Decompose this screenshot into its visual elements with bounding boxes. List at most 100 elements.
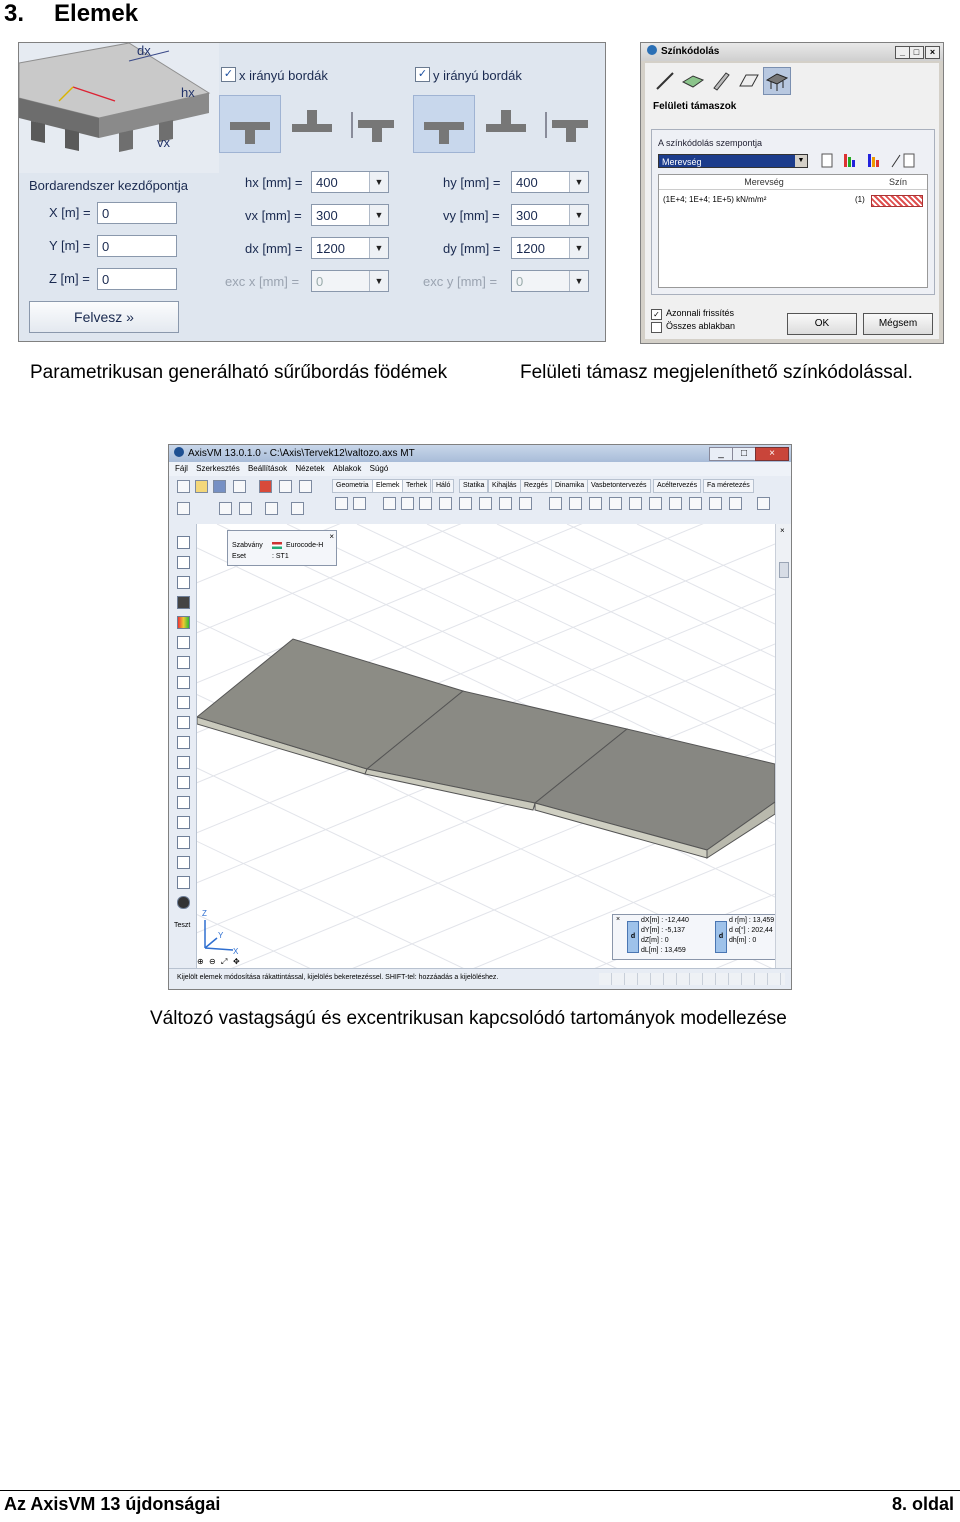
hinge-icon[interactable] — [649, 497, 662, 510]
frame-icon[interactable] — [177, 796, 190, 809]
menu-edit[interactable]: Szerkesztés — [196, 464, 240, 473]
tab-elemek[interactable]: Elemek — [372, 479, 404, 493]
x-ribs-checkbox[interactable]: ✓ — [221, 67, 236, 82]
node-icon[interactable] — [177, 656, 190, 669]
rib-icon[interactable] — [383, 497, 396, 510]
distribute-icon[interactable] — [177, 676, 190, 689]
immediate-refresh-checkbox[interactable]: ✓ — [651, 309, 662, 320]
cube-icon[interactable] — [265, 502, 278, 515]
undo-icon[interactable] — [279, 480, 292, 493]
origin-y-input[interactable]: 0 — [97, 235, 177, 257]
rigid-icon[interactable] — [609, 497, 622, 510]
color-swatch[interactable] — [871, 195, 923, 207]
save-icon[interactable] — [213, 480, 226, 493]
zoom-in-icon[interactable]: ⊕ — [197, 957, 204, 966]
menu-settings[interactable]: Beállítások — [248, 464, 287, 473]
support-icon[interactable] — [499, 497, 512, 510]
tab-fa[interactable]: Fa méretezés — [703, 479, 754, 493]
close-icon[interactable]: × — [755, 447, 789, 461]
vy-select[interactable]: 300 ▼ — [511, 204, 589, 226]
rib-tool[interactable] — [707, 67, 735, 95]
rotate-icon[interactable] — [177, 576, 190, 589]
diaphragm-icon[interactable] — [629, 497, 642, 510]
chevron-down-icon[interactable]: ▼ — [369, 172, 388, 192]
path-icon[interactable] — [177, 816, 190, 829]
chevron-down-icon[interactable]: ▼ — [569, 205, 588, 225]
layer-icon[interactable] — [177, 756, 190, 769]
surface-support-tool[interactable] — [763, 67, 791, 95]
minimize-icon[interactable]: _ — [895, 46, 910, 59]
cancel-button[interactable]: Mégsem — [863, 313, 933, 335]
surface-support-icon[interactable] — [519, 497, 532, 510]
view-icon[interactable] — [291, 502, 304, 515]
y-rib-section-centered-button[interactable] — [413, 95, 475, 153]
table-icon[interactable] — [219, 502, 232, 515]
wrench-icon[interactable] — [177, 876, 190, 889]
link-icon[interactable] — [589, 497, 602, 510]
minimize-icon[interactable]: _ — [709, 447, 733, 461]
ok-button[interactable]: OK — [787, 313, 857, 335]
measure-icon[interactable] — [177, 636, 190, 649]
modify-icon[interactable] — [729, 497, 742, 510]
zoom-out-icon[interactable]: ⊖ — [209, 957, 216, 966]
maximize-icon[interactable]: □ — [732, 447, 756, 461]
warning-icon[interactable] — [177, 896, 190, 909]
close-icon[interactable]: × — [616, 916, 620, 923]
tab-statika[interactable]: Statika — [459, 479, 489, 493]
close-icon[interactable]: × — [780, 526, 785, 535]
maximize-icon[interactable]: □ — [909, 46, 924, 59]
print-icon[interactable] — [233, 480, 246, 493]
x-rib-section-eccentric-button[interactable] — [341, 95, 403, 153]
vx-select[interactable]: 300 ▼ — [311, 204, 389, 226]
truss-icon[interactable] — [335, 497, 348, 510]
x-rib-section-top-button[interactable] — [281, 95, 343, 153]
menu-help[interactable]: Súgó — [370, 464, 389, 473]
chevron-down-icon[interactable]: ▼ — [569, 238, 588, 258]
dimension-icon[interactable] — [177, 696, 190, 709]
chevron-down-icon[interactable]: ▼ — [569, 172, 588, 192]
pan-icon[interactable]: ✥ — [233, 957, 240, 966]
display-icon[interactable] — [177, 856, 190, 869]
dy-select[interactable]: 1200 ▼ — [511, 237, 589, 259]
close-icon[interactable]: × — [925, 46, 940, 59]
open-file-icon[interactable] — [195, 480, 208, 493]
tab-geometria[interactable]: Geometria — [332, 479, 373, 493]
domain-icon[interactable] — [459, 497, 472, 510]
criterion-select[interactable]: Merevség ▼ — [658, 154, 808, 168]
table-row[interactable]: (1E+4; 1E+4; 1E+5) kN/m/m² (1) — [659, 193, 927, 207]
beam-icon[interactable] — [353, 497, 366, 510]
menu-windows[interactable]: Ablakok — [333, 464, 361, 473]
y-ribs-checkbox[interactable]: ✓ — [415, 67, 430, 82]
hy-select[interactable]: 400 ▼ — [511, 171, 589, 193]
y-rib-section-top-button[interactable] — [475, 95, 537, 153]
chevron-down-icon[interactable]: ▼ — [369, 238, 388, 258]
gap-icon[interactable] — [569, 497, 582, 510]
more-icon[interactable] — [757, 497, 770, 510]
tab-kihajlas[interactable]: Kihajlás — [488, 479, 521, 493]
layers-icon[interactable] — [177, 502, 190, 515]
plate-icon[interactable] — [419, 497, 432, 510]
redo-icon[interactable] — [299, 480, 312, 493]
membrane-icon[interactable] — [401, 497, 414, 510]
tab-vasbeton[interactable]: Vasbetontervezés — [587, 479, 651, 493]
reference-icon[interactable] — [689, 497, 702, 510]
dx-select[interactable]: 1200 ▼ — [311, 237, 389, 259]
grid-icon[interactable] — [239, 502, 252, 515]
all-windows-checkbox[interactable] — [651, 322, 662, 333]
close-icon[interactable]: × — [329, 532, 334, 541]
domain-tool[interactable] — [735, 67, 763, 95]
hx-select[interactable]: 400 ▼ — [311, 171, 389, 193]
surface-element-tool[interactable] — [679, 67, 707, 95]
tab-halo[interactable]: Háló — [432, 479, 455, 493]
brush-icon[interactable] — [177, 836, 190, 849]
felvesz-button[interactable]: Felvesz » — [29, 301, 179, 333]
shell-icon[interactable] — [439, 497, 452, 510]
line-element-tool[interactable] — [651, 67, 679, 95]
origin-x-input[interactable]: 0 — [97, 202, 177, 224]
tab-terhek[interactable]: Terhek — [402, 479, 432, 493]
edit-icon[interactable] — [177, 596, 190, 609]
menu-file[interactable]: Fájl — [175, 464, 188, 473]
tab-acel[interactable]: Acéltervezés — [653, 479, 702, 493]
pdf-icon[interactable] — [259, 480, 272, 493]
model-viewport[interactable]: × Szabvány Eurocode-H Eset : ST1 Z Y X ×… — [197, 524, 775, 968]
